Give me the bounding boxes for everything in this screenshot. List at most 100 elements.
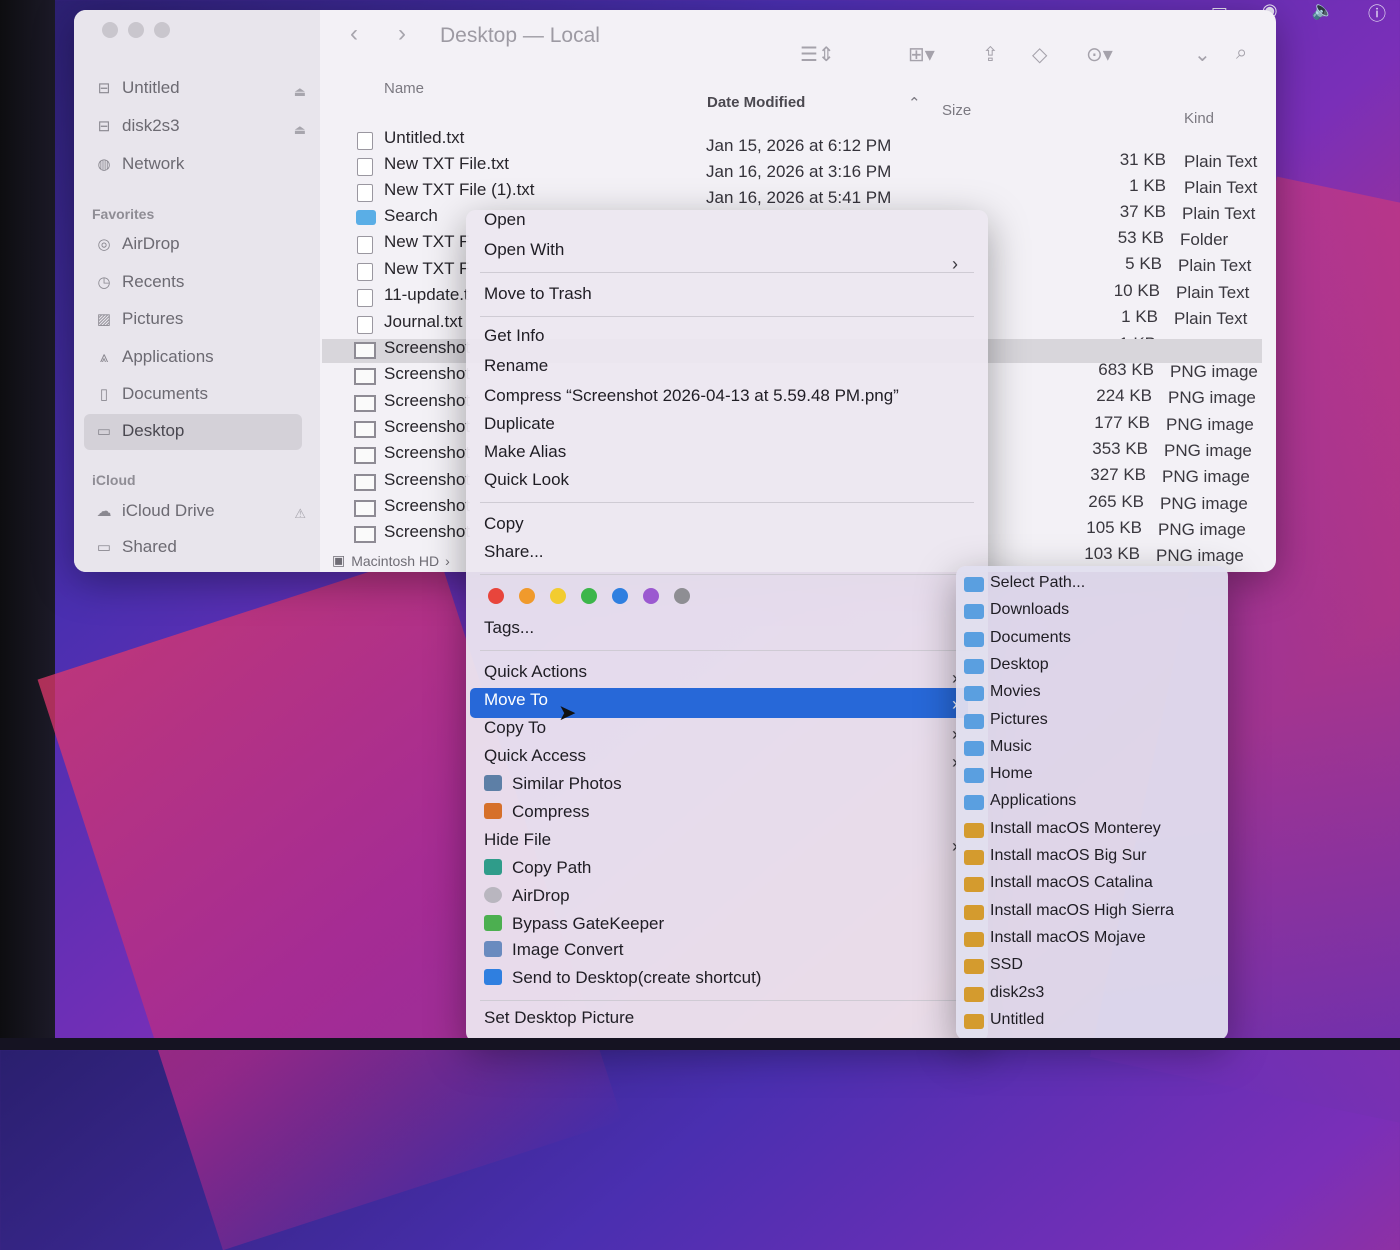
menu-item-bypass-gatekeeper[interactable]: Bypass GateKeeper <box>484 914 664 934</box>
eject-icon[interactable]: ⏏ <box>294 84 306 100</box>
share-icon[interactable]: ⇪ <box>982 42 999 67</box>
menu-item-open[interactable]: Open <box>484 210 526 230</box>
more-actions-icon[interactable]: ⊙▾ <box>1086 42 1113 67</box>
notification-icon[interactable]: ⓘ <box>1368 0 1386 26</box>
submenu-item[interactable]: disk2s3 <box>990 984 1044 1002</box>
search-icon[interactable]: ⌕ <box>1236 42 1247 65</box>
file-name[interactable]: New TXT File (1).txt <box>384 180 535 200</box>
menu-item-image-convert[interactable]: Image Convert <box>484 940 624 960</box>
menu-item-tags[interactable]: Tags... <box>484 618 534 638</box>
sidebar-item-documents[interactable]: ▯ Documents <box>94 384 208 404</box>
submenu-item[interactable]: Movies <box>990 683 1041 701</box>
submenu-item[interactable]: Documents <box>990 629 1071 647</box>
menu-item-copy[interactable]: Copy <box>484 514 524 534</box>
menu-item-quick-actions[interactable]: Quick Actions <box>484 662 587 682</box>
column-header-date-modified[interactable]: Date Modified <box>707 94 805 111</box>
sidebar-item-untitled[interactable]: ⊟ Untitled <box>94 78 180 98</box>
file-name[interactable]: Untitled.txt <box>384 128 464 148</box>
column-header-size[interactable]: Size <box>942 102 971 119</box>
tag-color-dot[interactable] <box>643 588 659 604</box>
menu-item-move-to[interactable]: Move To <box>484 690 548 710</box>
menu-item-compress-file[interactable]: Compress “Screenshot 2026-04-13 at 5.59.… <box>484 386 899 406</box>
tag-color-dot[interactable] <box>488 588 504 604</box>
menu-item-compress[interactable]: Compress <box>484 802 589 822</box>
menu-item-copy-to[interactable]: Copy To <box>484 718 546 738</box>
file-name[interactable]: New TXT F <box>384 259 469 279</box>
sidebar-item-shared[interactable]: ▭ Shared <box>94 537 177 557</box>
file-name[interactable]: 11-update.t <box>384 285 469 305</box>
close-button[interactable] <box>102 22 118 38</box>
sidebar-item-disk2s3[interactable]: ⊟ disk2s3 <box>94 116 180 136</box>
menu-item-copy-path[interactable]: Copy Path <box>484 858 591 878</box>
sidebar-item-icloud-drive[interactable]: ☁ iCloud Drive <box>94 501 215 521</box>
submenu-item[interactable]: Install macOS Mojave <box>990 929 1146 947</box>
menu-item-similar-photos[interactable]: Similar Photos <box>484 774 622 794</box>
zoom-button[interactable] <box>154 22 170 38</box>
file-name[interactable]: Screenshot <box>384 338 470 358</box>
tag-color-dot[interactable] <box>674 588 690 604</box>
minimize-button[interactable] <box>128 22 144 38</box>
submenu-item[interactable]: SSD <box>990 956 1023 974</box>
list-view-icon[interactable]: ☰⇕ <box>800 42 835 67</box>
submenu-item[interactable]: Applications <box>990 792 1076 810</box>
menu-item-move-to-trash[interactable]: Move to Trash <box>484 284 592 304</box>
sidebar-item-pictures[interactable]: ▨ Pictures <box>94 309 184 329</box>
tag-color-dot[interactable] <box>550 588 566 604</box>
file-name[interactable]: Screenshot <box>384 391 470 411</box>
path-item[interactable]: Macintosh HD <box>351 553 439 569</box>
submenu-item[interactable]: Install macOS Catalina <box>990 874 1153 892</box>
file-name[interactable]: Screenshot <box>384 522 470 542</box>
sidebar-item-desktop[interactable]: ▭ Desktop <box>94 421 184 441</box>
menu-item-quick-look[interactable]: Quick Look <box>484 470 569 490</box>
file-name[interactable]: New TXT File.txt <box>384 154 509 174</box>
submenu-item[interactable]: Install macOS High Sierra <box>990 902 1174 920</box>
menu-item-airdrop[interactable]: AirDrop <box>484 886 570 906</box>
submenu-item[interactable]: Home <box>990 765 1033 783</box>
submenu-item[interactable]: Select Path... <box>990 574 1085 592</box>
menu-item-duplicate[interactable]: Duplicate <box>484 414 555 434</box>
file-name[interactable]: Search <box>384 206 438 226</box>
submenu-item[interactable]: Downloads <box>990 601 1069 619</box>
tag-color-dot[interactable] <box>612 588 628 604</box>
submenu-item[interactable]: Untitled <box>990 1011 1044 1029</box>
menu-item-open-with[interactable]: Open With <box>484 240 564 260</box>
sidebar-item-network[interactable]: ◍ Network <box>94 154 184 174</box>
menu-item-get-info[interactable]: Get Info <box>484 326 544 346</box>
menu-item-rename[interactable]: Rename <box>484 356 548 376</box>
copy-path-icon <box>484 859 502 875</box>
menu-item-set-desktop-picture[interactable]: Set Desktop Picture <box>484 1008 634 1028</box>
file-name[interactable]: Screenshot <box>384 417 470 437</box>
back-arrow-icon[interactable]: ‹ <box>350 20 358 48</box>
file-name[interactable]: Screenshot <box>384 443 470 463</box>
file-name[interactable]: Journal.txt <box>384 312 462 332</box>
chevron-down-icon[interactable]: ⌄ <box>1194 42 1211 67</box>
menu-item-share[interactable]: Share... <box>484 542 544 562</box>
column-header-kind[interactable]: Kind <box>1184 110 1214 127</box>
tag-color-dot[interactable] <box>581 588 597 604</box>
menu-item-send-to-desktop[interactable]: Send to Desktop(create shortcut) <box>484 968 761 988</box>
sidebar-item-recents[interactable]: ◷ Recents <box>94 272 184 292</box>
submenu-item[interactable]: Install macOS Big Sur <box>990 847 1147 865</box>
submenu-item[interactable]: Music <box>990 738 1032 756</box>
submenu-item[interactable]: Install macOS Monterey <box>990 820 1161 838</box>
folder-icon <box>964 877 984 893</box>
tag-icon[interactable]: ◇ <box>1032 42 1047 67</box>
file-name[interactable]: New TXT F <box>384 232 469 252</box>
grid-view-icon[interactable]: ⊞▾ <box>908 42 935 67</box>
submenu-item[interactable]: Desktop <box>990 656 1049 674</box>
file-name[interactable]: Screenshot <box>384 496 470 516</box>
column-header-name[interactable]: Name <box>384 80 424 97</box>
file-name[interactable]: Screenshot <box>384 470 470 490</box>
sidebar-item-airdrop[interactable]: ◎ AirDrop <box>94 234 179 254</box>
volume-icon[interactable]: 🔈 <box>1312 0 1334 26</box>
submenu-item[interactable]: Pictures <box>990 711 1048 729</box>
file-name[interactable]: Screenshot <box>384 364 470 384</box>
tag-color-dot[interactable] <box>519 588 535 604</box>
forward-arrow-icon[interactable]: › <box>398 20 406 48</box>
menu-separator <box>480 316 974 317</box>
menu-item-make-alias[interactable]: Make Alias <box>484 442 566 462</box>
menu-item-quick-access[interactable]: Quick Access <box>484 746 586 766</box>
sidebar-item-applications[interactable]: ⩓ Applications <box>94 347 214 367</box>
eject-icon[interactable]: ⏏ <box>294 122 306 138</box>
menu-item-hide-file[interactable]: Hide File <box>484 830 551 850</box>
